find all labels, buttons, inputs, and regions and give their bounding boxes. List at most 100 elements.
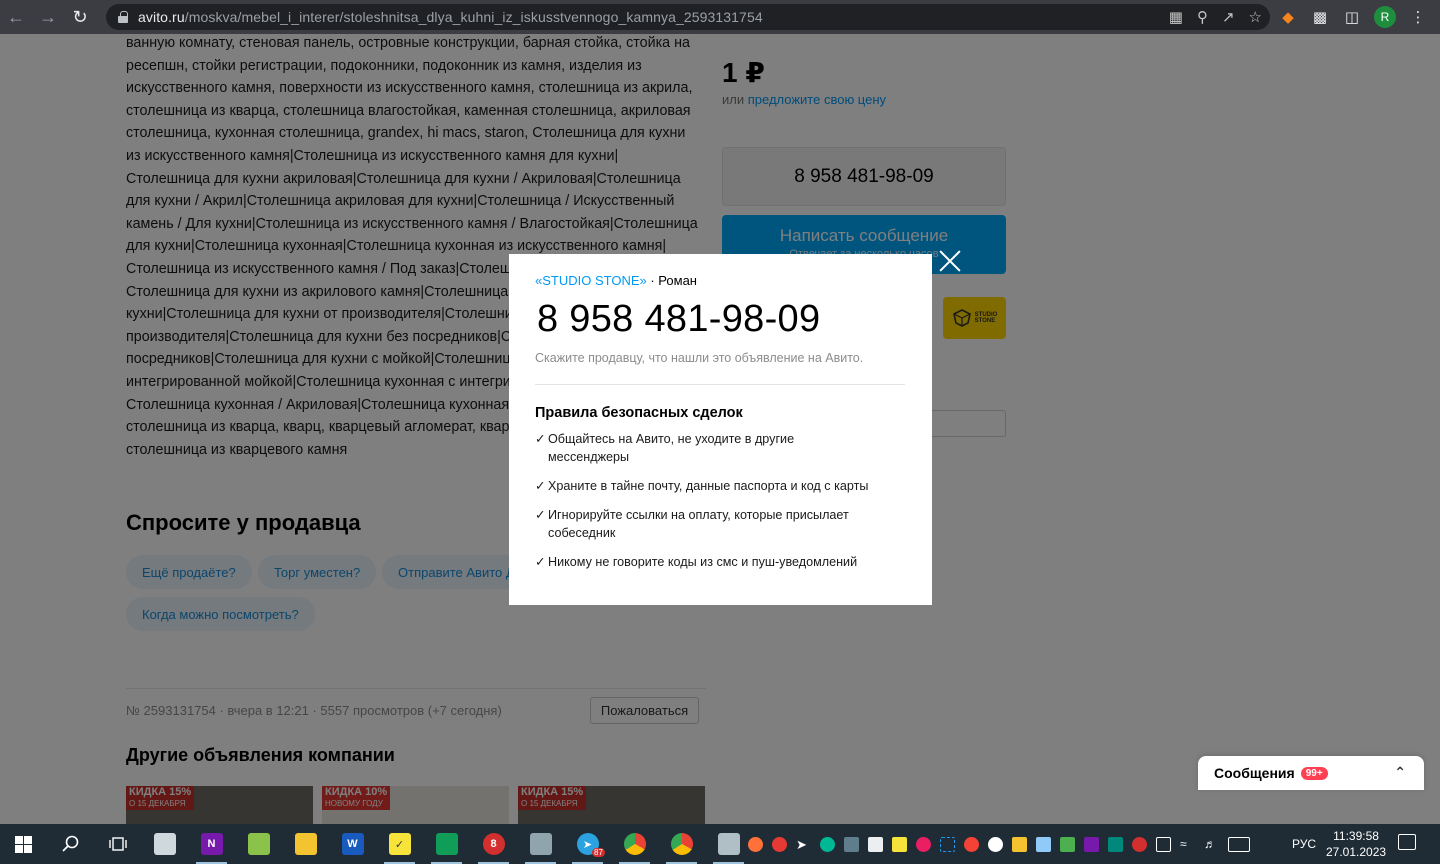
- chrome-profile-icon[interactable]: [658, 824, 705, 864]
- chevron-up-icon[interactable]: ⌃: [1394, 764, 1406, 781]
- tool-glyph: [529, 833, 552, 855]
- reload-icon[interactable]: ↻: [64, 0, 96, 34]
- calculator-icon[interactable]: [705, 824, 752, 864]
- app-8-glyph: 8: [482, 833, 505, 855]
- bookmark-star-icon[interactable]: ☆: [1249, 8, 1262, 26]
- zoom-icon[interactable]: ⚲: [1197, 8, 1208, 26]
- notes-app-icon[interactable]: [141, 824, 188, 864]
- phone-modal: «STUDIO STONE» · Роман 8 958 481-98-09 С…: [509, 254, 932, 605]
- share-icon[interactable]: ↗: [1222, 8, 1235, 26]
- onenote-tray-icon[interactable]: [1084, 836, 1099, 852]
- modal-seller: «STUDIO STONE» · Роман: [535, 273, 906, 288]
- check-icon: ✓: [535, 508, 546, 522]
- safety-rule: ✓ Храните в тайне почту, данные паспорта …: [535, 477, 906, 495]
- side-panel-icon[interactable]: ◫: [1342, 7, 1362, 27]
- notification-icon[interactable]: [1398, 834, 1416, 850]
- modal-divider: [535, 384, 905, 385]
- messages-label: Сообщения: [1214, 765, 1295, 781]
- document-icon[interactable]: [868, 836, 883, 852]
- browser-toolbar: ← → ↻ avito.ru/moskva/mebel_i_interer/st…: [0, 0, 1440, 34]
- check-icon: ✓: [535, 479, 546, 493]
- tray-app-icon[interactable]: [772, 836, 787, 852]
- sheets-glyph: [247, 833, 270, 855]
- extensions-puzzle-icon[interactable]: ▩: [1310, 7, 1330, 27]
- sticky-notes-icon[interactable]: ✓: [376, 824, 423, 864]
- system-tray: ➤ ≈ ♬: [748, 824, 1250, 864]
- forward-icon[interactable]: →: [32, 0, 64, 34]
- notes-glyph: [153, 833, 176, 855]
- chrome-glyph: [623, 833, 646, 855]
- task-view-glyph: [108, 837, 127, 851]
- profile-avatar[interactable]: R: [1374, 6, 1396, 28]
- wifi-icon[interactable]: ≈: [1180, 837, 1195, 852]
- window-icon[interactable]: [1036, 836, 1051, 852]
- onenote-icon[interactable]: N: [188, 824, 235, 864]
- check-icon: ✓: [535, 555, 546, 569]
- translate-icon[interactable]: ▦: [1169, 8, 1183, 26]
- blocked-icon[interactable]: [988, 836, 1003, 852]
- check-icon: ✓: [535, 432, 546, 446]
- keyboard-icon[interactable]: [1228, 836, 1250, 852]
- safety-rule: ✓ Никому не говорите коды из смс и пуш-ув…: [535, 553, 906, 571]
- google-sheets-icon[interactable]: [423, 824, 470, 864]
- app-8-tray-icon[interactable]: [1132, 836, 1147, 852]
- messages-count-badge: 99+: [1300, 766, 1328, 780]
- chrome-profile-glyph: [670, 833, 693, 855]
- record-icon[interactable]: [916, 836, 931, 852]
- safety-rules-title: Правила безопасных сделок: [535, 405, 743, 421]
- folder-glyph: [294, 833, 317, 855]
- windows-logo-icon: [15, 835, 32, 853]
- shield-icon[interactable]: [820, 836, 835, 852]
- safety-rule-text: Храните в тайне почту, данные паспорта и…: [548, 479, 869, 493]
- language-indicator[interactable]: РУС: [1292, 837, 1316, 851]
- safety-rule-text: Игнорируйте ссылки на оплату, которые пр…: [548, 508, 849, 540]
- volume-icon[interactable]: ♬: [1204, 837, 1219, 852]
- url-text[interactable]: avito.ru/moskva/mebel_i_interer/stoleshn…: [138, 9, 763, 25]
- safety-rule-text: Никому не говорите коды из смс и пуш-уве…: [548, 555, 858, 569]
- safety-rule: ✓ Игнорируйте ссылки на оплату, которые п…: [535, 506, 906, 542]
- metamask-icon[interactable]: ◆: [1278, 7, 1298, 27]
- folder-tray-icon[interactable]: [1012, 836, 1027, 852]
- search-icon[interactable]: [47, 824, 94, 864]
- app-tool-icon[interactable]: [517, 824, 564, 864]
- app-8-icon[interactable]: 8: [470, 824, 517, 864]
- green-app-icon[interactable]: [1060, 836, 1075, 852]
- chrome-icon[interactable]: [611, 824, 658, 864]
- fx-icon[interactable]: [1108, 836, 1123, 852]
- messages-widget[interactable]: Сообщения 99+ ⌃: [1198, 756, 1424, 790]
- safety-rules-list: ✓ Общайтесь на Авито, не уходите в другие…: [535, 430, 906, 571]
- telegram-icon[interactable]: ➤ 87: [564, 824, 611, 864]
- menu-kebab-icon[interactable]: ⋮: [1408, 7, 1428, 27]
- modal-company-link[interactable]: «STUDIO STONE»: [535, 273, 647, 288]
- start-button[interactable]: [0, 824, 47, 864]
- safety-rule: ✓ Общайтесь на Авито, не уходите в другие…: [535, 430, 906, 466]
- red-app-icon[interactable]: [964, 836, 979, 852]
- word-icon[interactable]: W: [329, 824, 376, 864]
- sheets-editor-icon[interactable]: [235, 824, 282, 864]
- clock[interactable]: 11:39:58 27.01.2023: [1326, 828, 1386, 860]
- modal-hint: Скажите продавцу, что нашли это объявлен…: [535, 351, 864, 365]
- battery-icon[interactable]: [1156, 836, 1171, 852]
- onenote-glyph: N: [200, 833, 223, 855]
- notes-tray-icon[interactable]: [892, 836, 907, 852]
- telegram-badge: 87: [592, 848, 605, 857]
- modal-close-icon[interactable]: [939, 250, 961, 272]
- back-icon[interactable]: ←: [0, 0, 32, 34]
- modal-separator: ·: [646, 273, 659, 288]
- google-sheets-glyph: [435, 833, 458, 855]
- lock-icon[interactable]: [118, 11, 128, 23]
- sticky-glyph: ✓: [388, 833, 411, 855]
- url-domain: avito.ru: [138, 9, 185, 25]
- file-explorer-icon[interactable]: [282, 824, 329, 864]
- monitor-icon[interactable]: [844, 836, 859, 852]
- send-icon[interactable]: ➤: [796, 837, 811, 852]
- modal-person: Роман: [658, 273, 697, 288]
- word-glyph: W: [341, 833, 364, 855]
- firefox-icon[interactable]: [748, 836, 763, 852]
- address-bar[interactable]: avito.ru/moskva/mebel_i_interer/stoleshn…: [106, 4, 1270, 30]
- clock-date: 27.01.2023: [1326, 845, 1387, 859]
- safety-rule-text: Общайтесь на Авито, не уходите в другие …: [548, 432, 795, 464]
- modal-phone-number: 8 958 481-98-09: [537, 298, 821, 340]
- snip-icon[interactable]: [940, 836, 955, 852]
- task-view-icon[interactable]: [94, 824, 141, 864]
